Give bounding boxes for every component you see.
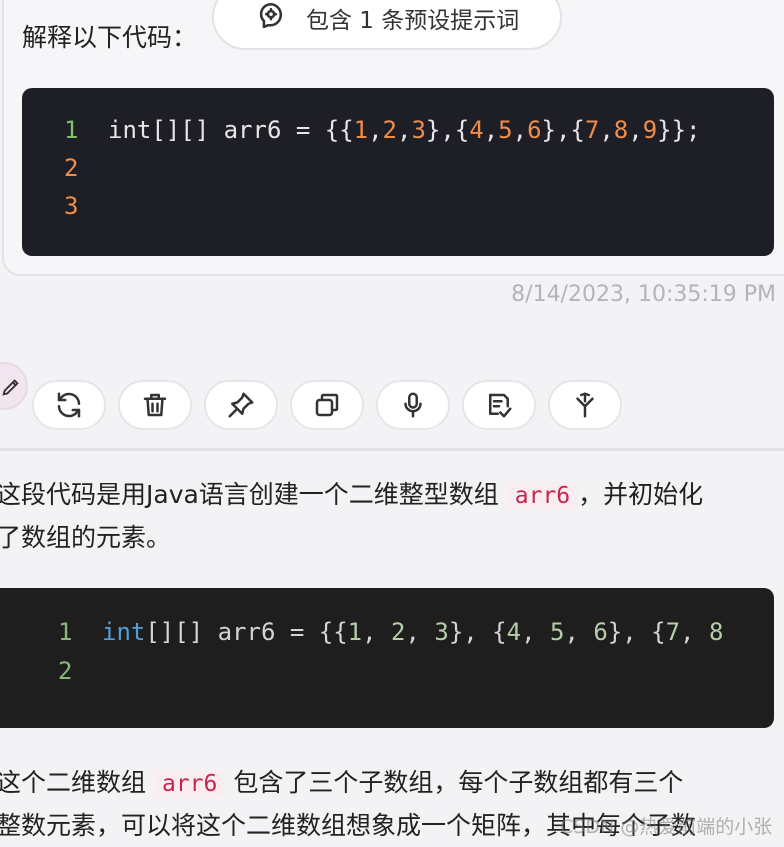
code-number: 8: [613, 116, 629, 144]
answer-text: ，并初始化: [578, 480, 704, 509]
code-token: ,: [368, 116, 383, 144]
code-token: ,: [599, 116, 614, 144]
brain-icon: [259, 2, 283, 29]
copy-icon: [315, 393, 339, 417]
inline-code: arr6: [153, 770, 226, 798]
code-number: 2: [382, 116, 397, 144]
fork-icon: [576, 392, 594, 418]
code-token: ,: [405, 618, 435, 646]
code-token: ,: [521, 618, 550, 646]
line-number: 2: [64, 154, 79, 182]
line-number: 1: [64, 116, 79, 144]
code-token: int[][] arr6 = {{: [108, 116, 354, 144]
refresh-icon: [57, 392, 81, 418]
answer-text: 这段代码是用Java语言创建一个二维整型数组: [0, 480, 499, 509]
copy-button[interactable]: [290, 380, 364, 430]
answer-paragraph-1-line-2: 了数组的元素。: [0, 523, 172, 552]
code-number: 8: [708, 618, 724, 646]
answer-text: 这个二维数组: [0, 768, 147, 797]
code-number: 7: [584, 116, 600, 144]
code-number: 5: [549, 618, 565, 646]
code-keyword: int: [102, 618, 146, 646]
code-token: }, {: [448, 618, 507, 646]
code-number: 3: [434, 618, 449, 646]
line-number: 1: [58, 618, 73, 646]
edit-button[interactable]: [0, 362, 28, 410]
line-number: 3: [64, 192, 79, 220]
watermark: CSDN @热爱前端的小张: [560, 816, 773, 838]
select-button[interactable]: [462, 380, 536, 430]
answer-paragraph-2-line-1: 这个二维数组 arr6 包含了三个子数组，每个子数组都有三个: [0, 762, 683, 805]
code-number: 5: [498, 116, 513, 144]
speak-button[interactable]: [376, 380, 450, 430]
code-token: }, {: [607, 618, 666, 646]
code-token: }};: [657, 116, 701, 144]
code-number: 7: [665, 618, 681, 646]
trash-icon: [143, 393, 167, 417]
pin-icon: [228, 392, 254, 418]
message-divider: [0, 448, 784, 451]
code-token: [][] arr6 = {{: [145, 618, 348, 646]
code-number: 6: [527, 116, 542, 144]
code-token: ,: [628, 116, 643, 144]
code-token: },{: [541, 116, 585, 144]
code-line: int[][] arr6 = {{1,2,3},{4,5,6},{7,8,9}}…: [108, 116, 701, 144]
code-token: ,: [397, 116, 412, 144]
code-number: 3: [411, 116, 426, 144]
pin-button[interactable]: [204, 380, 278, 430]
preset-pill-text: 包含 1 条预设提示词: [306, 8, 520, 34]
microphone-icon: [404, 392, 422, 418]
code-number: 4: [469, 116, 484, 144]
code-token: ,: [362, 618, 392, 646]
code-token: ,: [680, 618, 709, 646]
code-number: 4: [506, 618, 522, 646]
code-token: },{: [425, 116, 470, 144]
code-number: 2: [391, 618, 406, 646]
delete-button[interactable]: [118, 380, 192, 430]
prompt-label: 解释以下代码：: [22, 23, 198, 52]
code-number: 1: [353, 116, 369, 144]
preset-prompt-pill[interactable]: 包含 1 条预设提示词: [212, 0, 562, 50]
answer-paragraph-1-line-1: 这段代码是用Java语言创建一个二维整型数组 arr6 ，并初始化: [0, 474, 703, 517]
regenerate-button[interactable]: [32, 380, 106, 430]
fork-button[interactable]: [548, 380, 622, 430]
code-line: int[][] arr6 = {{1, 2, 3}, {4, 5, 6}, {7…: [102, 618, 723, 646]
answer-code-block: 1 2 int[][] arr6 = {{1, 2, 3}, {4, 5, 6}…: [0, 588, 774, 728]
checklist-icon: [489, 393, 512, 418]
code-token: ,: [483, 116, 499, 144]
code-token: ,: [512, 116, 528, 144]
code-number: 1: [347, 618, 363, 646]
line-number: 2: [58, 657, 73, 685]
code-number: 6: [593, 618, 608, 646]
code-number: 9: [642, 116, 658, 144]
code-token: ,: [564, 618, 594, 646]
inline-code: arr6: [506, 482, 579, 510]
message-timestamp: 8/14/2023, 10:35:19 PM: [511, 282, 776, 307]
answer-text: 包含了三个子数组，每个子数组都有三个: [233, 768, 684, 797]
pencil-icon: [2, 379, 19, 396]
user-code-block: 1 2 3 int[][] arr6 = {{1,2,3},{4,5,6},{7…: [22, 88, 774, 256]
